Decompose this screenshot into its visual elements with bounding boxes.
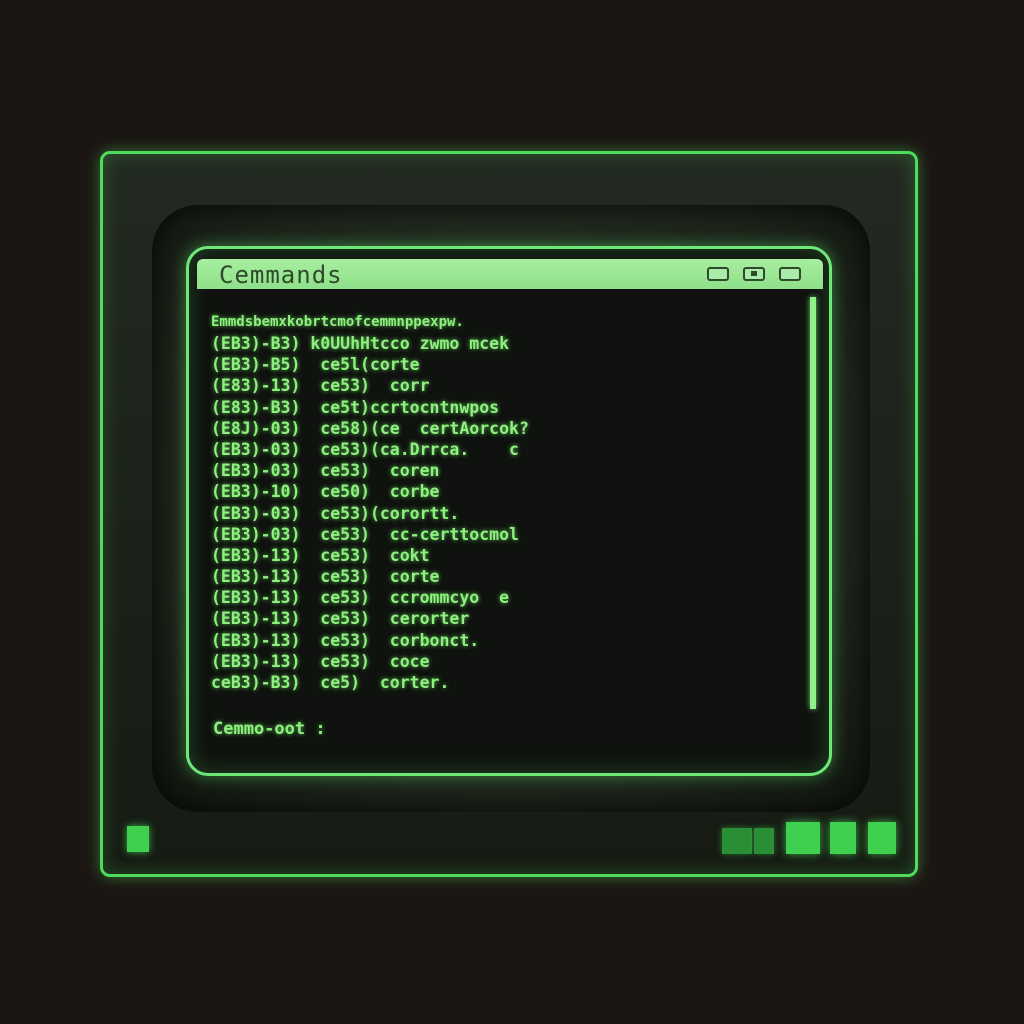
scrollbar-thumb[interactable] xyxy=(810,297,816,709)
power-indicator-icon xyxy=(127,826,149,852)
output-line: Emmdsbemxkobrtcmofcemmnppexpw. xyxy=(211,314,464,330)
output-line: (EB3)-03) ce53)(ca.Drrca. c xyxy=(211,439,519,459)
command-prompt[interactable]: Cemmo-oot : xyxy=(213,719,326,739)
output-line: (EB3)-13) ce53) corte xyxy=(211,567,440,587)
output-line: (EB3)-13) ce53) ccrommcyo e xyxy=(211,588,510,608)
output-line: (EB3)-03) ce53)(corortt. xyxy=(211,503,460,523)
maximize-icon[interactable] xyxy=(743,267,765,281)
title-bar[interactable]: Cemmands xyxy=(197,259,823,289)
vertical-scrollbar[interactable] xyxy=(807,297,819,709)
terminal-window: Cemmands Emmdsbemxkobrtcmofcemmnppexpw. … xyxy=(186,246,832,776)
control-button[interactable] xyxy=(786,822,820,854)
control-button[interactable] xyxy=(868,822,896,854)
status-indicator-icon xyxy=(754,828,774,854)
output-line: ceB3)-B3) ce5) corter. xyxy=(211,673,450,692)
output-line: (EB3)-13) ce53) cokt xyxy=(211,545,430,565)
output-line: (EB3)-10) ce50) corbe xyxy=(211,482,440,502)
output-line: (E83)-13) ce53) corr xyxy=(211,376,430,396)
command-output: Emmdsbemxkobrtcmofcemmnppexpw. (EB3)-B3)… xyxy=(211,311,791,693)
status-indicator-icon xyxy=(722,828,752,854)
output-line: (EB3)-03) ce53) cc-certtocmol xyxy=(211,524,519,544)
output-line: (E83)-B3) ce5t)ccrtocntnwpos xyxy=(211,397,500,417)
output-line: (EB3)-03) ce53) coren xyxy=(211,461,440,481)
output-line: (E8J)-03) ce58)(ce certAorcok? xyxy=(211,418,529,438)
output-line: (EB3)-13) ce53) cerorter xyxy=(211,609,470,629)
minimize-icon[interactable] xyxy=(707,267,729,281)
output-line: (EB3)-13) ce53) coce xyxy=(211,651,430,671)
output-line: (EB3)-B3) k0UUhHtcco zwmo mcek xyxy=(211,334,510,353)
window-title: Cemmands xyxy=(219,261,343,289)
output-line: (EB3)-B5) ce5l(corte xyxy=(211,355,420,375)
control-button[interactable] xyxy=(830,822,856,854)
output-line: (EB3)-13) ce53) corbonct. xyxy=(211,630,480,650)
close-icon[interactable] xyxy=(779,267,801,281)
